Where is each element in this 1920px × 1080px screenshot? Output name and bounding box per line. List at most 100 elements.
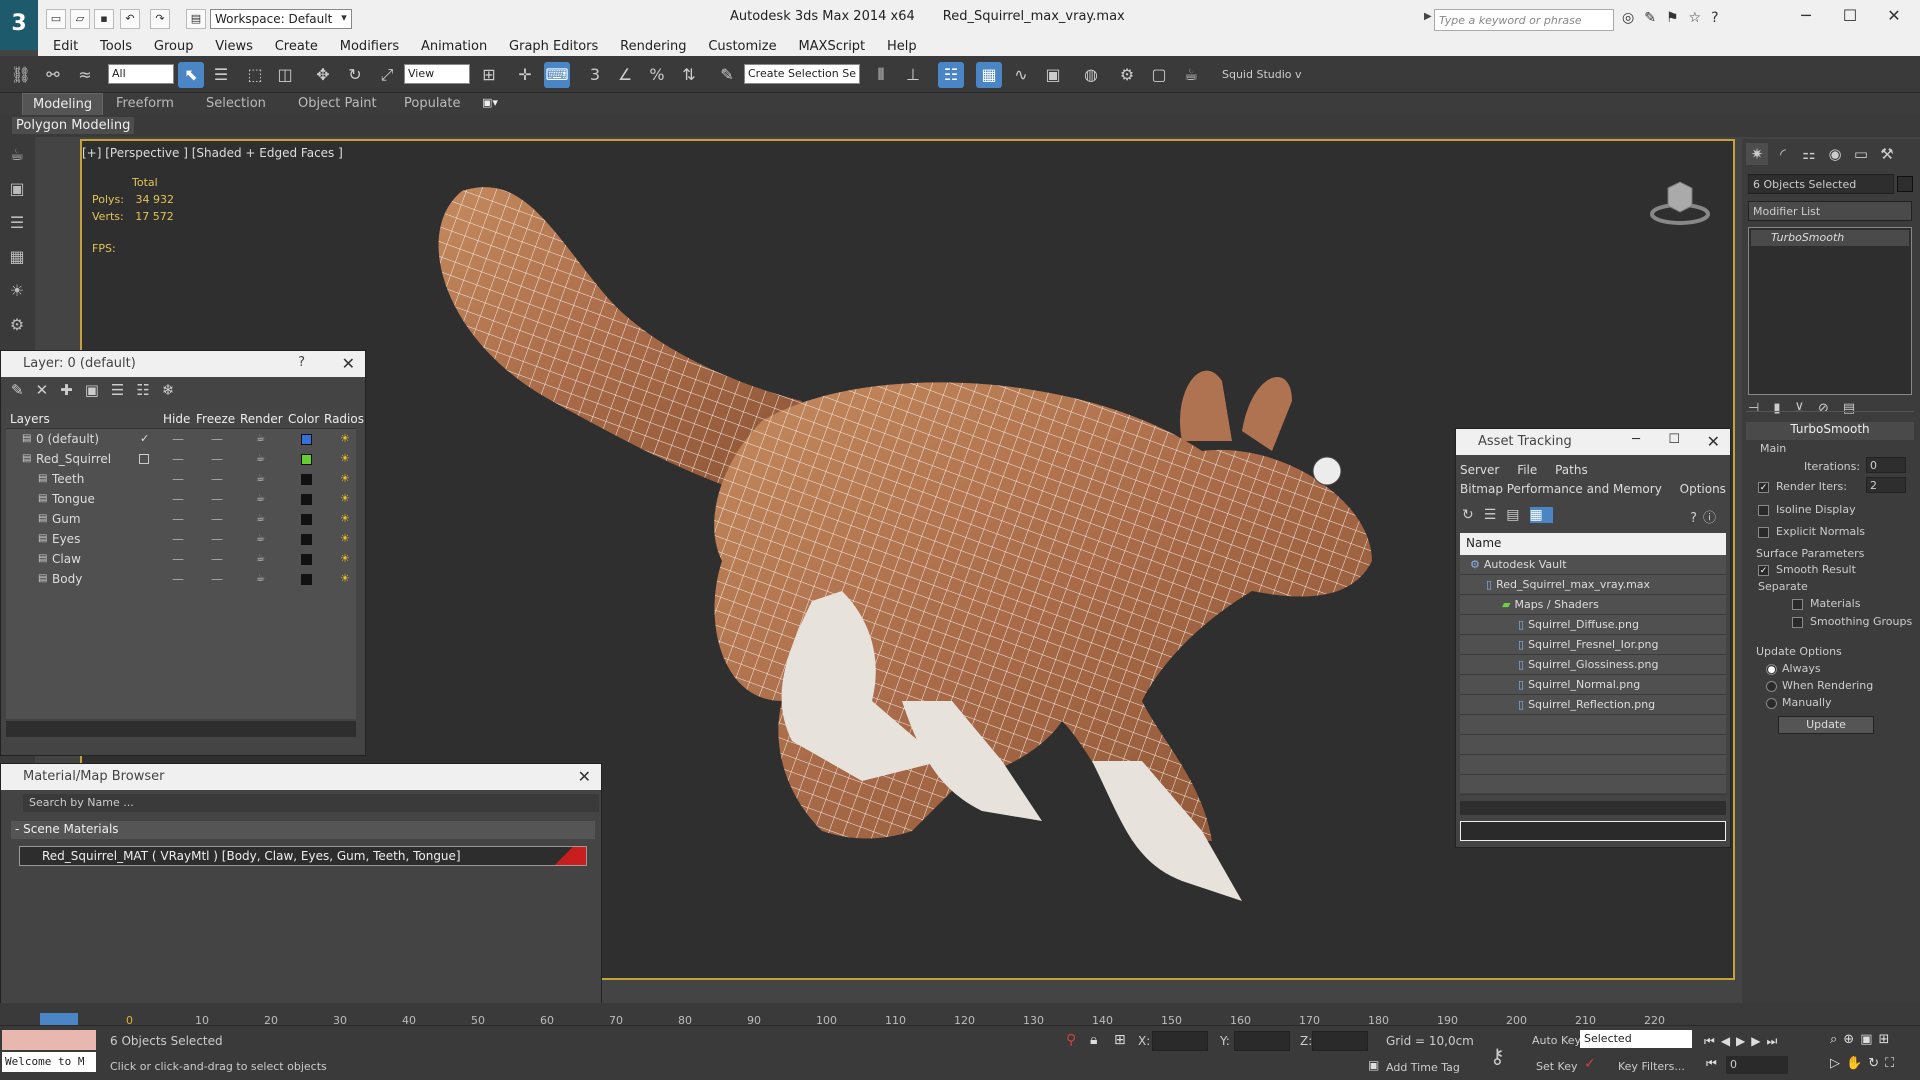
spinner-snap-icon[interactable]: ⇅	[676, 62, 702, 88]
turbosmooth-rollout-header[interactable]: TurboSmooth	[1746, 422, 1914, 440]
smoothing-groups-checkbox[interactable]	[1792, 617, 1803, 628]
zoom-extents-all-icon[interactable]: ⊞	[1878, 1032, 1895, 1047]
snaps-toggle-icon[interactable]: 3	[582, 62, 608, 88]
when-rendering-radio[interactable]	[1766, 681, 1777, 692]
list-icon[interactable]: ☰	[4, 213, 30, 239]
expand-icon[interactable]: ▶	[1424, 11, 1432, 22]
menu-create[interactable]: Create	[266, 37, 327, 56]
active-layer-check-icon[interactable]: ✓	[140, 429, 149, 449]
key-mode-dropdown[interactable]: Selected	[1580, 1030, 1692, 1048]
chevron-down-icon[interactable]: ▾	[336, 9, 352, 29]
minimize-button[interactable]: ─	[1786, 6, 1826, 25]
radiosity-icon[interactable]: ☀	[340, 449, 350, 469]
menu-file[interactable]: File	[1517, 463, 1537, 477]
key-icon[interactable]: ⚷	[1490, 1044, 1505, 1068]
select-in-layer-icon[interactable]: ▣	[85, 381, 111, 399]
rectangular-selection-icon[interactable]: ⬚	[242, 62, 268, 88]
asset-row[interactable]: ▰ Maps / Shaders	[1460, 595, 1726, 615]
layer-color-swatch[interactable]	[301, 554, 312, 565]
col-color[interactable]: Color	[288, 409, 319, 429]
freeze-toggle[interactable]: —	[211, 489, 223, 509]
viewcube-icon[interactable]	[1650, 178, 1710, 228]
hide-toggle[interactable]: —	[172, 429, 184, 449]
help-icon[interactable]: ?	[1711, 10, 1728, 26]
hide-toggle[interactable]: —	[172, 449, 184, 469]
minimize-button[interactable]: ─	[1632, 432, 1640, 447]
select-scale-icon[interactable]: ⤢	[374, 62, 400, 88]
radiosity-icon[interactable]: ☀	[340, 549, 350, 569]
add-to-layer-icon[interactable]: ✚	[60, 381, 85, 399]
maximize-button[interactable]: ☐	[1830, 6, 1870, 25]
window-crossing-icon[interactable]: ◫	[272, 62, 298, 88]
set-current-checkbox[interactable]	[139, 454, 149, 464]
close-icon[interactable]: ✕	[342, 354, 355, 373]
render-teapot-icon[interactable]: ☕	[256, 429, 265, 449]
menu-graph-editors[interactable]: Graph Editors	[500, 37, 607, 56]
radiosity-icon[interactable]: ☀	[340, 569, 350, 589]
render-teapot-icon[interactable]: ☕	[256, 549, 265, 569]
material-search-input[interactable]: Search by Name ...	[23, 794, 599, 812]
refresh-icon[interactable]: ↻	[1462, 507, 1484, 523]
scene-explorer-icon[interactable]: ▦	[976, 62, 1002, 88]
layer-row[interactable]: ▤ Tongue — — ☕ ☀	[6, 489, 356, 509]
freeze-toggle[interactable]: —	[211, 549, 223, 569]
layer-color-swatch[interactable]	[301, 494, 312, 505]
modifier-list-dropdown[interactable]: Modifier List	[1748, 201, 1912, 221]
hierarchy-tab-icon[interactable]: ⚏	[1798, 143, 1820, 165]
create-tab-icon[interactable]: ✷	[1746, 143, 1768, 165]
horizontal-scrollbar[interactable]	[6, 721, 356, 737]
horizontal-scrollbar[interactable]	[1460, 801, 1726, 815]
new-layer-icon[interactable]: ✎	[11, 381, 36, 399]
select-move-icon[interactable]: ✥	[310, 62, 336, 88]
open-file-icon[interactable]: ▱	[70, 9, 90, 29]
render-teapot-icon[interactable]: ☕	[256, 569, 265, 589]
curve-editor-icon[interactable]: ∿	[1008, 62, 1034, 88]
menu-customize[interactable]: Customize	[699, 37, 785, 56]
align-icon[interactable]: ⊥	[900, 62, 926, 88]
utilities-tab-icon[interactable]: ⚒	[1876, 143, 1898, 165]
rendered-frame-window-icon[interactable]: ▢	[1146, 62, 1172, 88]
highlight-layer-icon[interactable]: ☰	[111, 381, 136, 399]
layer-row[interactable]: ▤ Gum — — ☕ ☀	[6, 509, 356, 529]
play-icon[interactable]: ▶	[1736, 1034, 1751, 1048]
layer-row[interactable]: ▤ 0 (default) ✓ — — ☕ ☀	[6, 429, 356, 449]
tab-selection[interactable]: Selection	[206, 96, 266, 111]
mirror-icon[interactable]: ⫴	[868, 62, 894, 88]
freeze-toggle[interactable]: —	[211, 529, 223, 549]
angle-snap-icon[interactable]: ∠	[612, 62, 638, 88]
tab-freeform[interactable]: Freeform	[116, 96, 174, 111]
list-view-icon[interactable]: ☰	[1484, 507, 1507, 523]
absolute-mode-icon[interactable]: ⊞	[1114, 1032, 1126, 1048]
pan-icon[interactable]: ✋	[1846, 1056, 1868, 1071]
update-button[interactable]: Update	[1778, 716, 1874, 734]
radiosity-icon[interactable]: ☀	[340, 429, 350, 449]
next-frame-icon[interactable]: ▶	[1751, 1034, 1766, 1048]
zoom-icon[interactable]: ⌕	[1830, 1032, 1843, 1047]
freeze-toggle[interactable]: —	[211, 429, 223, 449]
undo-icon[interactable]: ↶	[120, 9, 140, 29]
new-file-icon[interactable]: ▭	[46, 9, 66, 29]
maxscript-output[interactable]: Welcome to M	[2, 1052, 96, 1072]
previous-frame-icon[interactable]: ◀	[1721, 1034, 1736, 1048]
display-tab-icon[interactable]: ▭	[1850, 143, 1872, 165]
exchange-icon[interactable]: ⚑	[1666, 10, 1689, 26]
modify-tab-icon[interactable]: ◜	[1772, 143, 1794, 165]
go-to-end-icon[interactable]: ⏭	[1767, 1034, 1784, 1048]
radiosity-icon[interactable]: ☀	[340, 509, 350, 529]
asset-row[interactable]: ▯ Squirrel_Glossiness.png	[1460, 655, 1726, 675]
key-filters-button[interactable]: Key Filters...	[1618, 1060, 1685, 1073]
isolate-selection-icon[interactable]: ⚲	[1066, 1032, 1076, 1048]
select-rotate-icon[interactable]: ↻	[342, 62, 368, 88]
manually-radio[interactable]	[1766, 698, 1777, 709]
material-item[interactable]: Red_Squirrel_MAT ( VRayMtl ) [Body, Claw…	[19, 846, 587, 866]
menu-modifiers[interactable]: Modifiers	[331, 37, 408, 56]
polygon-modeling-tab[interactable]: Polygon Modeling	[12, 117, 135, 134]
layer-color-swatch[interactable]	[301, 574, 312, 585]
time-tag-icon[interactable]: ▣	[1368, 1058, 1379, 1072]
asset-row[interactable]: ▯ Squirrel_Fresnel_Ior.png	[1460, 635, 1726, 655]
link-icon[interactable]: ⛓	[8, 62, 34, 88]
radiosity-icon[interactable]: ☀	[340, 469, 350, 489]
col-freeze[interactable]: Freeze	[196, 409, 235, 429]
maxscript-mini-listener[interactable]	[2, 1030, 96, 1050]
maximize-button[interactable]: ☐	[1668, 432, 1680, 447]
